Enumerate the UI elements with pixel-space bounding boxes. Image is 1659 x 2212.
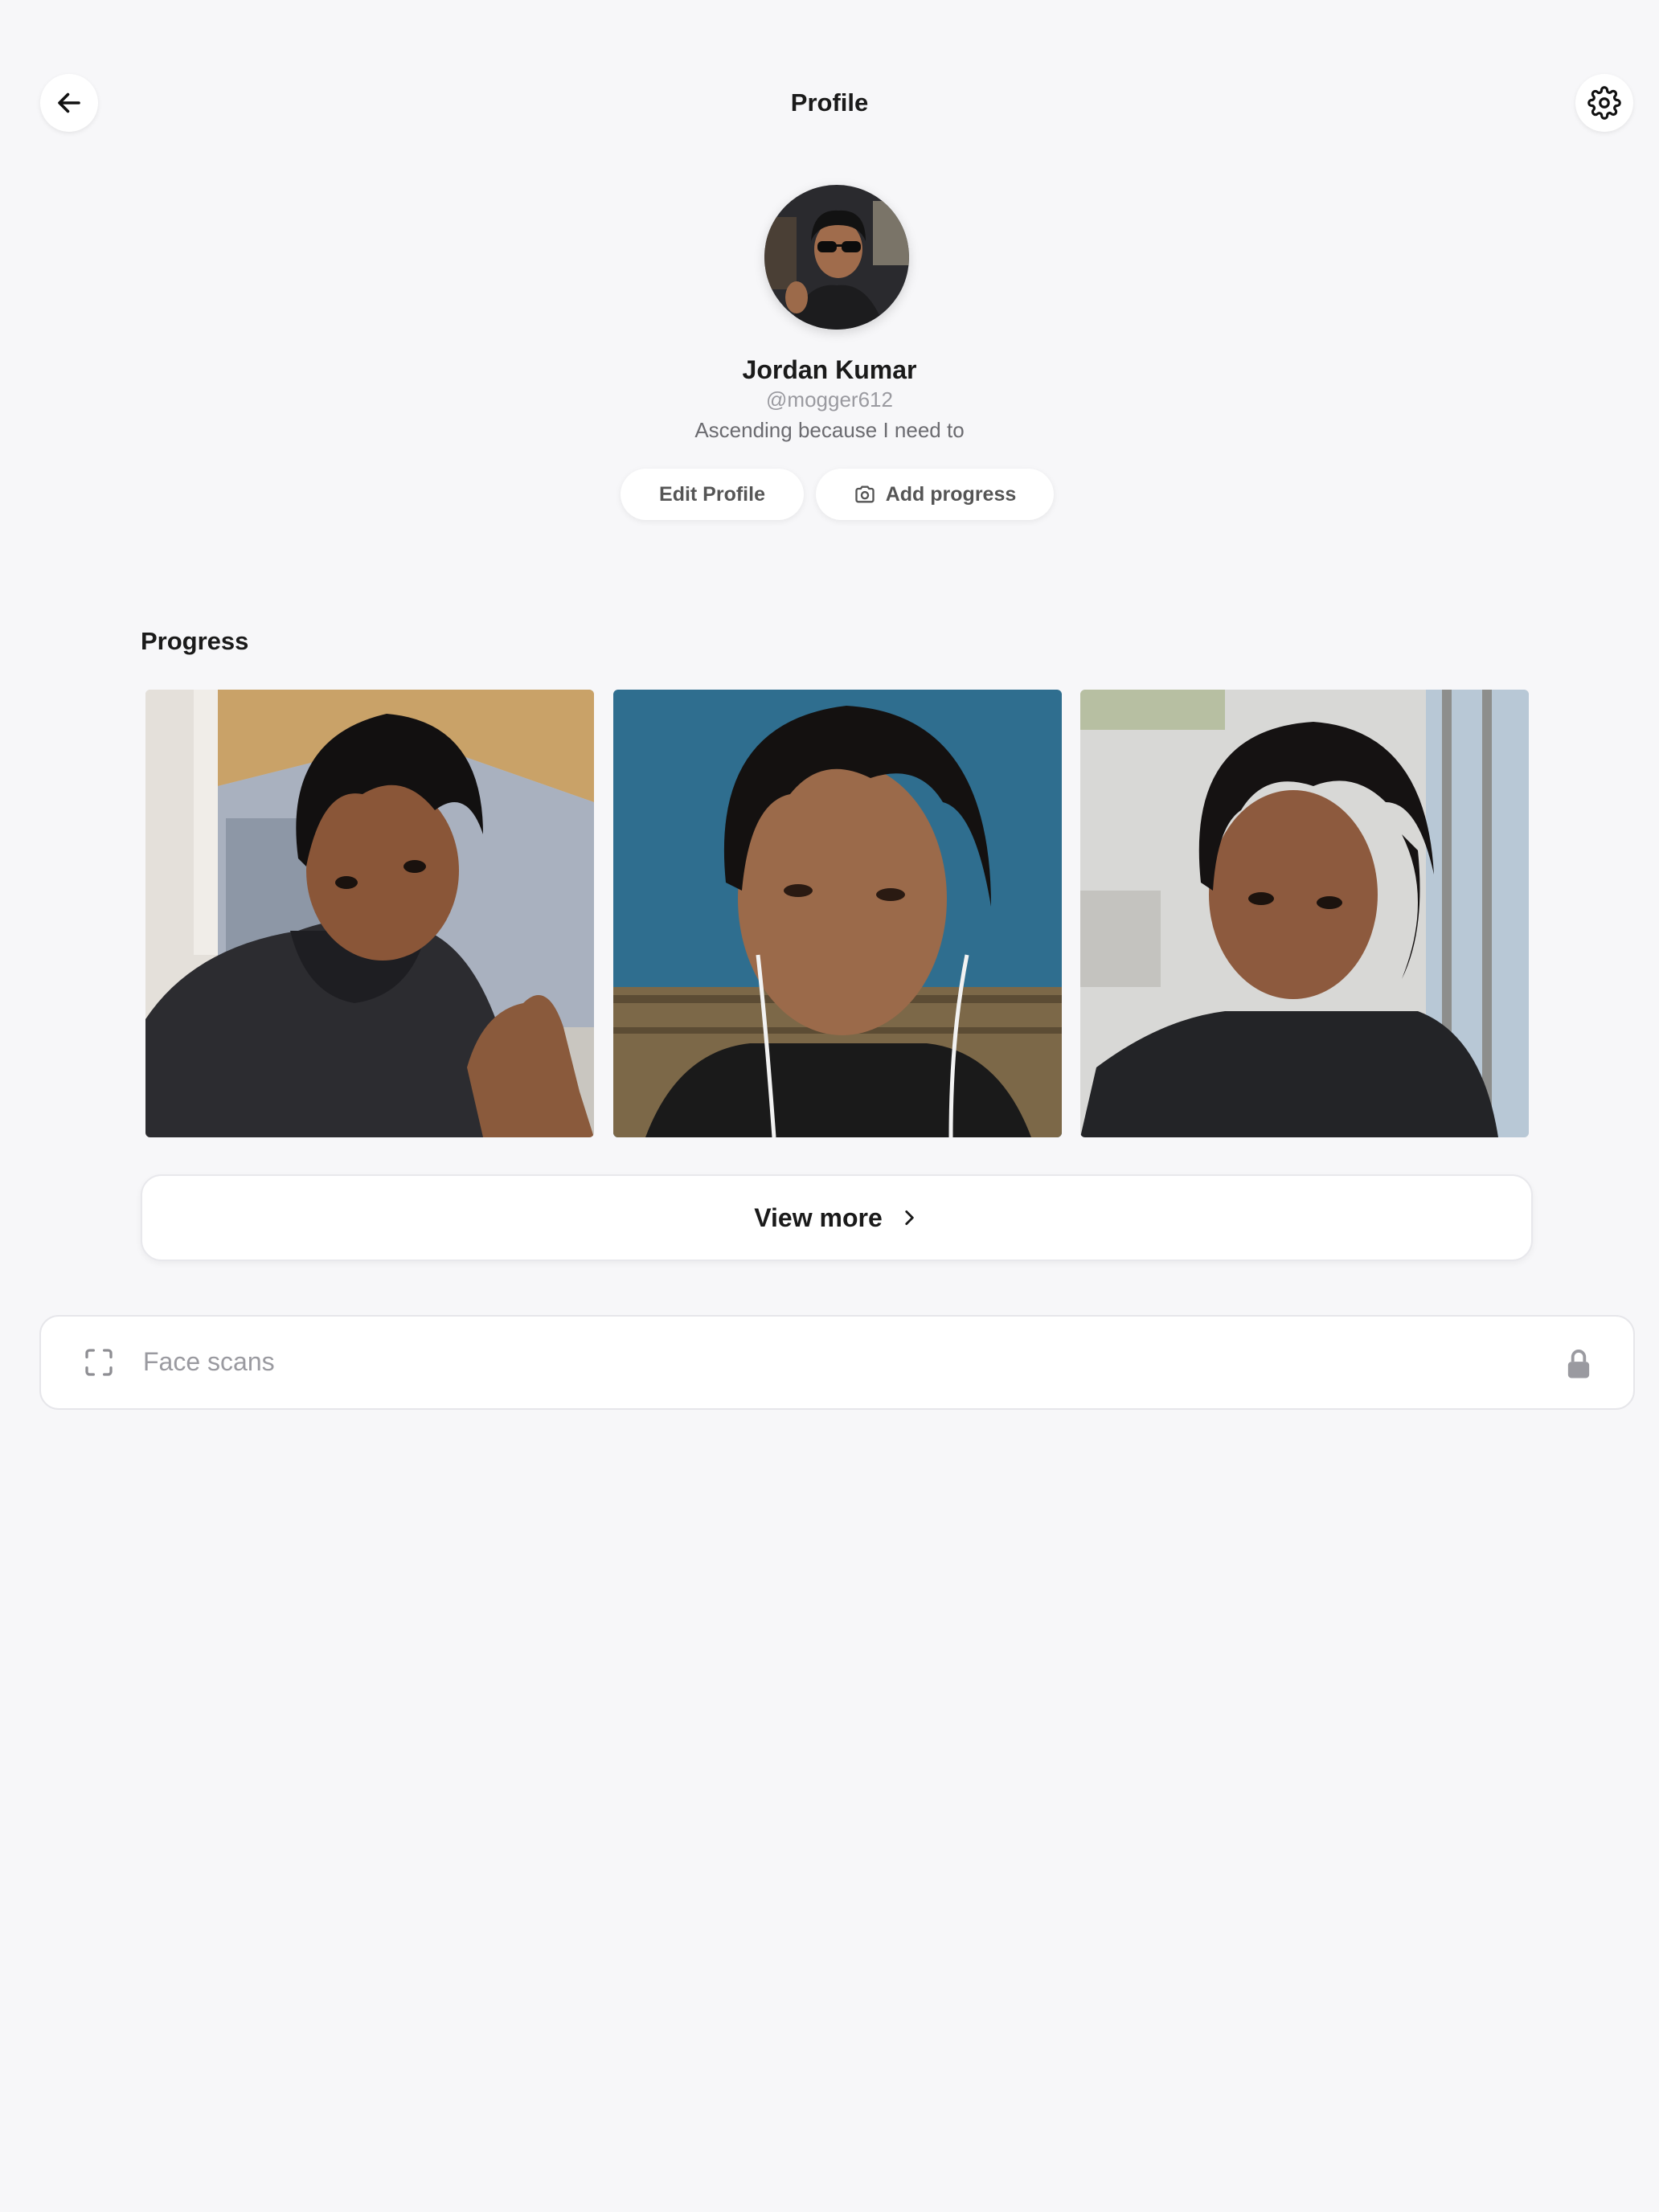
- progress-photo-1[interactable]: [145, 690, 594, 1137]
- chevron-right-icon: [905, 1210, 914, 1225]
- page-title: Profile: [790, 88, 869, 117]
- progress-section-title: Progress: [141, 627, 249, 655]
- view-more-label: View more: [754, 1202, 883, 1232]
- lock-icon: [1567, 1350, 1590, 1378]
- face-scans-row[interactable]: Face scans: [39, 1315, 1635, 1410]
- edit-profile-button[interactable]: Edit Profile: [621, 469, 804, 520]
- scan-frame-icon: [85, 1349, 113, 1376]
- progress-photo-3[interactable]: [1080, 690, 1529, 1137]
- edit-profile-label: Edit Profile: [659, 482, 765, 506]
- gear-icon: [1587, 86, 1621, 120]
- profile-bio: Ascending because I need to: [694, 418, 965, 442]
- progress-photo-2[interactable]: [613, 690, 1062, 1137]
- add-progress-label: Add progress: [885, 482, 1017, 506]
- avatar[interactable]: [764, 185, 909, 330]
- camera-icon: [855, 485, 875, 503]
- view-more-button[interactable]: View more: [141, 1174, 1533, 1261]
- add-progress-button[interactable]: Add progress: [816, 469, 1054, 520]
- profile-name: Jordan Kumar: [742, 355, 917, 384]
- settings-button[interactable]: [1575, 74, 1633, 132]
- face-scans-label: Face scans: [143, 1347, 275, 1376]
- profile-handle: @mogger612: [766, 387, 893, 412]
